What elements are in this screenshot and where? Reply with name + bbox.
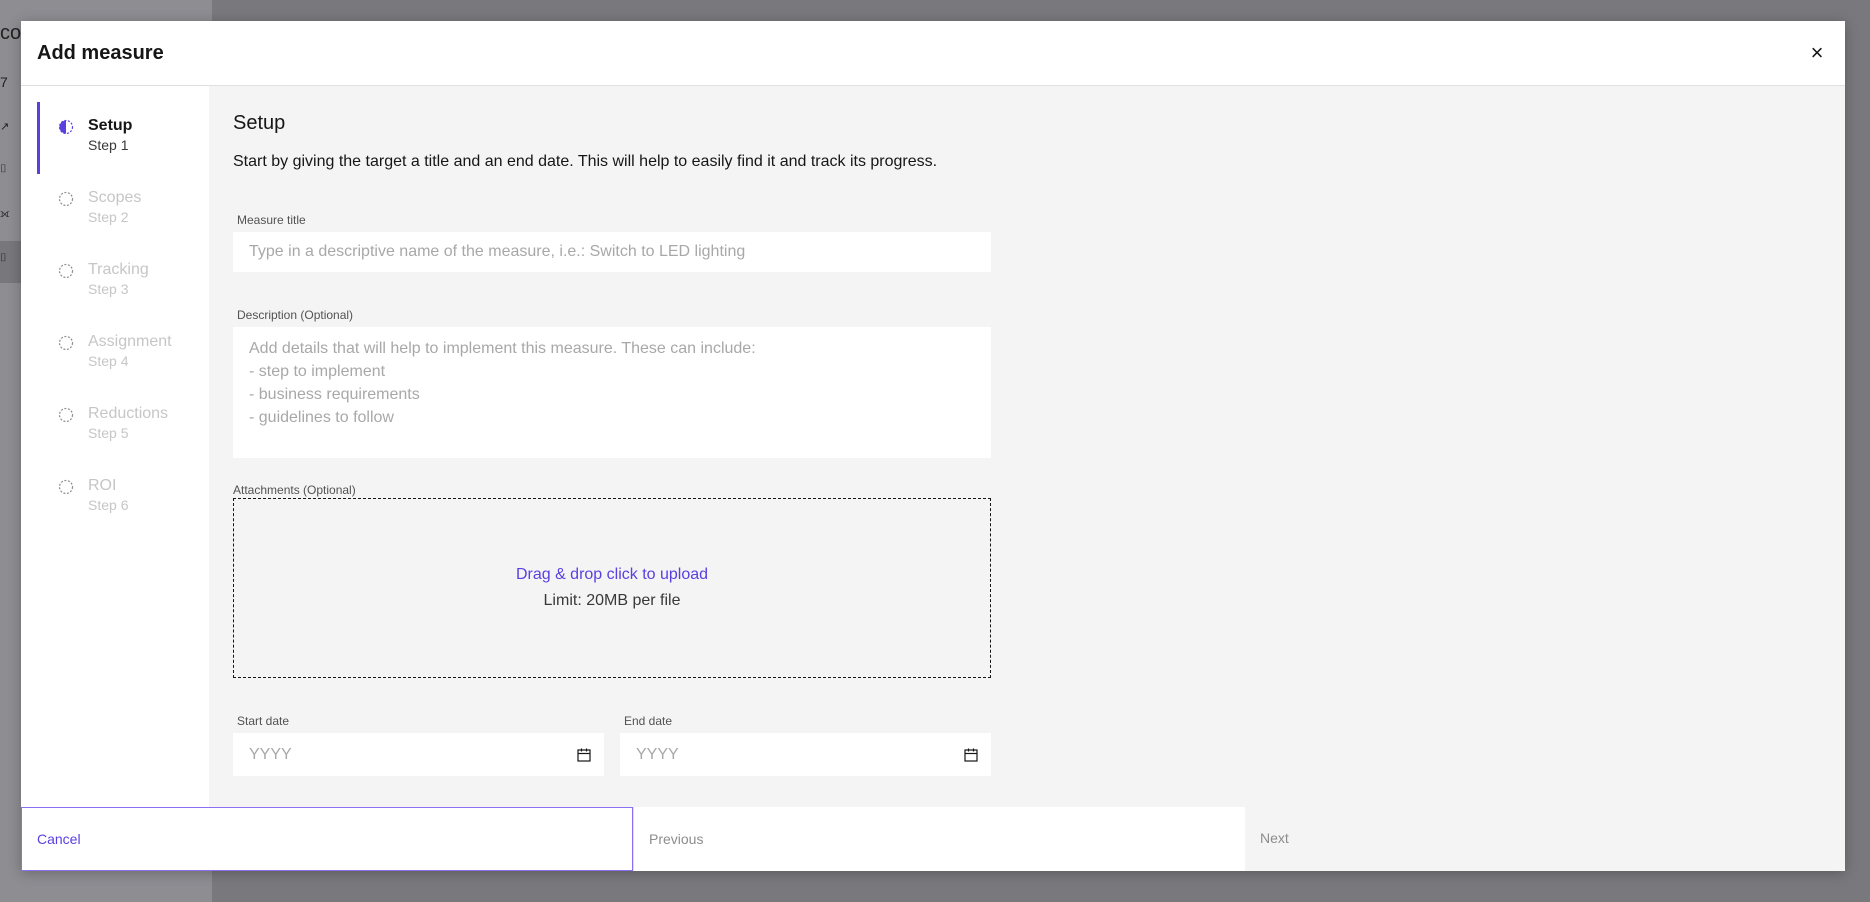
- step-title: Scopes: [88, 189, 142, 206]
- upload-link[interactable]: Drag & drop click to upload: [516, 566, 708, 584]
- section-description: Start by giving the target a title and a…: [233, 153, 938, 170]
- setup-form: Setup Start by giving the target a title…: [209, 86, 1845, 807]
- end-date-picker[interactable]: [620, 733, 991, 776]
- start-date-picker[interactable]: [233, 733, 604, 776]
- measure-title-label: Measure title: [237, 213, 306, 227]
- modal-header: Add measure ×: [21, 21, 1845, 86]
- step-title: Tracking: [88, 261, 149, 278]
- modal-body: Setup Step 1 Scopes Step 2 Tracking Step…: [21, 86, 1845, 807]
- step-setup[interactable]: Setup Step 1: [21, 102, 209, 174]
- modal-footer: Cancel Previous Next: [21, 807, 1845, 871]
- add-measure-modal: Add measure × Setup Step 1 Scopes Step 2: [21, 21, 1845, 871]
- description-label: Description (Optional): [237, 308, 354, 322]
- half-circle-icon: [58, 119, 74, 135]
- dashed-circle-icon: [58, 479, 74, 495]
- step-subtitle: Step 5: [88, 425, 129, 441]
- attachments-label: Attachments (Optional): [233, 483, 356, 497]
- step-roi[interactable]: ROI Step 6: [21, 462, 209, 534]
- attachments-field: Attachments (Optional) Drag & drop click…: [233, 483, 991, 678]
- background-text: co: [0, 22, 22, 44]
- step-subtitle: Step 4: [88, 353, 129, 369]
- start-date-field: Start date: [233, 714, 604, 776]
- close-button[interactable]: ×: [1803, 39, 1831, 67]
- calendar-icon[interactable]: [963, 747, 979, 763]
- step-reductions[interactable]: Reductions Step 5: [21, 390, 209, 462]
- background-text: 7: [0, 74, 8, 90]
- step-subtitle: Step 2: [88, 209, 129, 225]
- step-title: Reductions: [88, 405, 169, 422]
- step-subtitle: Step 3: [88, 281, 129, 297]
- section-title: Setup: [233, 112, 286, 134]
- date-row: Start date End date: [233, 714, 991, 776]
- cancel-button[interactable]: Cancel: [21, 807, 633, 871]
- end-date-field: End date: [620, 714, 991, 776]
- progress-stepper: Setup Step 1 Scopes Step 2 Tracking Step…: [21, 86, 209, 807]
- description-textarea[interactable]: [233, 327, 991, 458]
- step-title: ROI: [88, 477, 117, 494]
- background-icon: ↗: [0, 121, 10, 133]
- start-date-input[interactable]: [233, 733, 604, 776]
- previous-button[interactable]: Previous: [633, 807, 1245, 871]
- dashed-circle-icon: [58, 263, 74, 279]
- step-assignment[interactable]: Assignment Step 4: [21, 318, 209, 390]
- end-date-input[interactable]: [620, 733, 991, 776]
- dashed-circle-icon: [58, 335, 74, 351]
- measure-title-input[interactable]: [233, 232, 991, 272]
- step-scopes[interactable]: Scopes Step 2: [21, 174, 209, 246]
- file-dropzone[interactable]: Drag & drop click to upload Limit: 20MB …: [233, 498, 991, 678]
- step-title: Setup: [88, 117, 133, 134]
- step-title: Assignment: [88, 333, 172, 350]
- modal-title: Add measure: [37, 41, 164, 64]
- background-icon: ⟗: [0, 208, 10, 220]
- step-tracking[interactable]: Tracking Step 3: [21, 246, 209, 318]
- start-date-label: Start date: [237, 714, 290, 728]
- calendar-icon[interactable]: [576, 747, 592, 763]
- background-icon: ⌷: [0, 163, 7, 175]
- step-subtitle: Step 6: [88, 497, 129, 513]
- next-button[interactable]: Next: [1245, 807, 1845, 871]
- description-field: Description (Optional): [233, 308, 991, 463]
- background-icon: ⌷: [0, 252, 7, 264]
- dashed-circle-icon: [58, 407, 74, 423]
- step-subtitle: Step 1: [88, 137, 129, 153]
- measure-title-field: Measure title: [233, 213, 991, 272]
- upload-limit: Limit: 20MB per file: [543, 592, 681, 609]
- dashed-circle-icon: [58, 191, 74, 207]
- end-date-label: End date: [624, 714, 673, 728]
